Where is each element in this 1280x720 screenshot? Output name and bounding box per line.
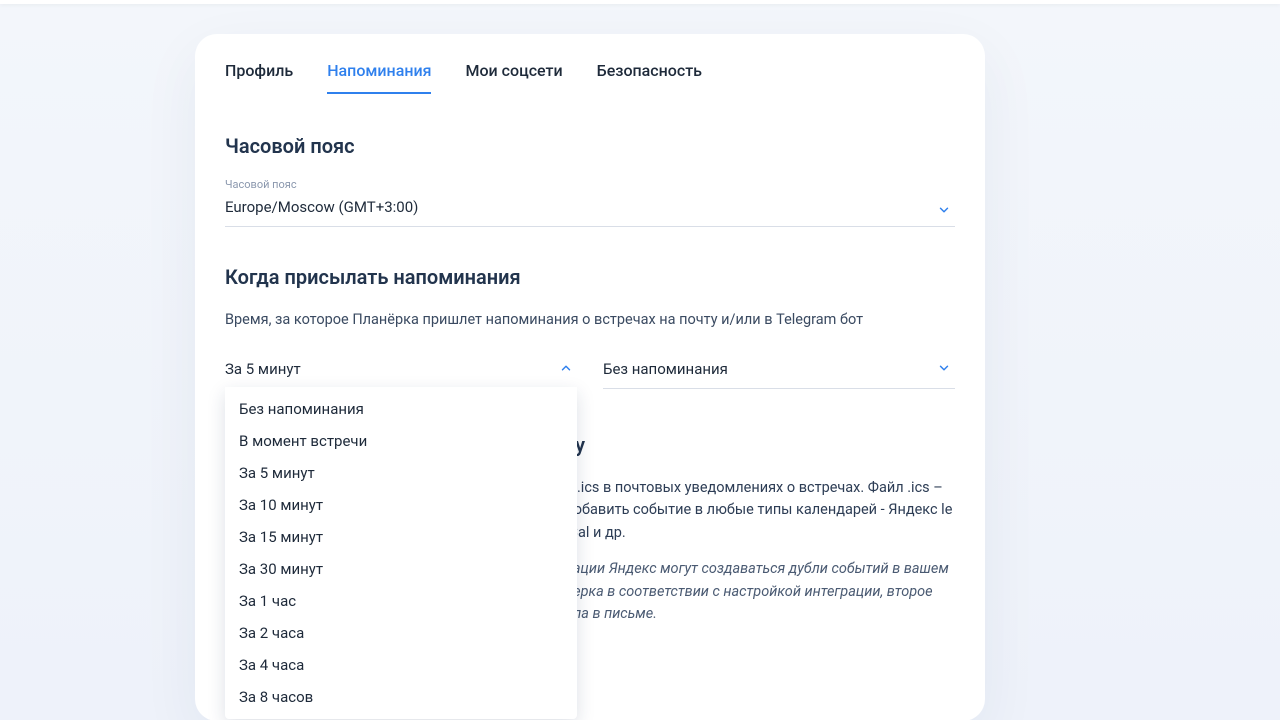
- dropdown-option[interactable]: Без напоминания: [225, 393, 577, 425]
- reminder-select-1[interactable]: За 5 минут Без напоминания В момент встр…: [225, 349, 577, 389]
- timezone-select[interactable]: Europe/Moscow (GMT+3:00): [225, 193, 955, 227]
- dropdown-option[interactable]: За 10 минут: [225, 489, 577, 521]
- reminder-dropdown: Без напоминания В момент встречи За 5 ми…: [225, 387, 577, 719]
- reminder-select-2-value: Без напоминания: [603, 360, 728, 378]
- timezone-label: Часовой пояс: [225, 178, 955, 191]
- reminder-select-1-value: За 5 минут: [225, 360, 301, 378]
- settings-card: Профиль Напоминания Мои соцсети Безопасн…: [195, 34, 985, 720]
- tab-profile[interactable]: Профиль: [225, 61, 293, 94]
- tab-reminders[interactable]: Напоминания: [327, 61, 431, 94]
- chevron-down-icon: [937, 361, 951, 375]
- chevron-down-icon: [937, 203, 951, 217]
- top-shadow: [0, 0, 1280, 4]
- dropdown-option[interactable]: За 2 часа: [225, 617, 577, 649]
- tab-socials[interactable]: Мои соцсети: [465, 61, 562, 94]
- content-area: Часовой пояс Часовой пояс Europe/Moscow …: [195, 94, 985, 720]
- dropdown-option[interactable]: За 4 часа: [225, 649, 577, 681]
- reminders-selects-row: За 5 минут Без напоминания В момент встр…: [225, 349, 955, 389]
- reminders-description: Время, за которое Планёрка пришлет напом…: [225, 309, 955, 331]
- dropdown-option[interactable]: В момент встречи: [225, 425, 577, 457]
- reminder-select-2[interactable]: Без напоминания: [603, 349, 955, 389]
- dropdown-option[interactable]: За 15 минут: [225, 521, 577, 553]
- tabs: Профиль Напоминания Мои соцсети Безопасн…: [195, 34, 985, 94]
- dropdown-option[interactable]: За 8 часов: [225, 681, 577, 713]
- dropdown-option[interactable]: За 5 минут: [225, 457, 577, 489]
- tab-security[interactable]: Безопасность: [597, 61, 702, 94]
- dropdown-option[interactable]: За 30 минут: [225, 553, 577, 585]
- timezone-value: Europe/Moscow (GMT+3:00): [225, 198, 418, 216]
- timezone-title: Часовой пояс: [225, 134, 955, 158]
- chevron-up-icon: [559, 361, 573, 375]
- dropdown-option[interactable]: За 1 час: [225, 585, 577, 617]
- reminders-title: Когда присылать напоминания: [225, 265, 955, 289]
